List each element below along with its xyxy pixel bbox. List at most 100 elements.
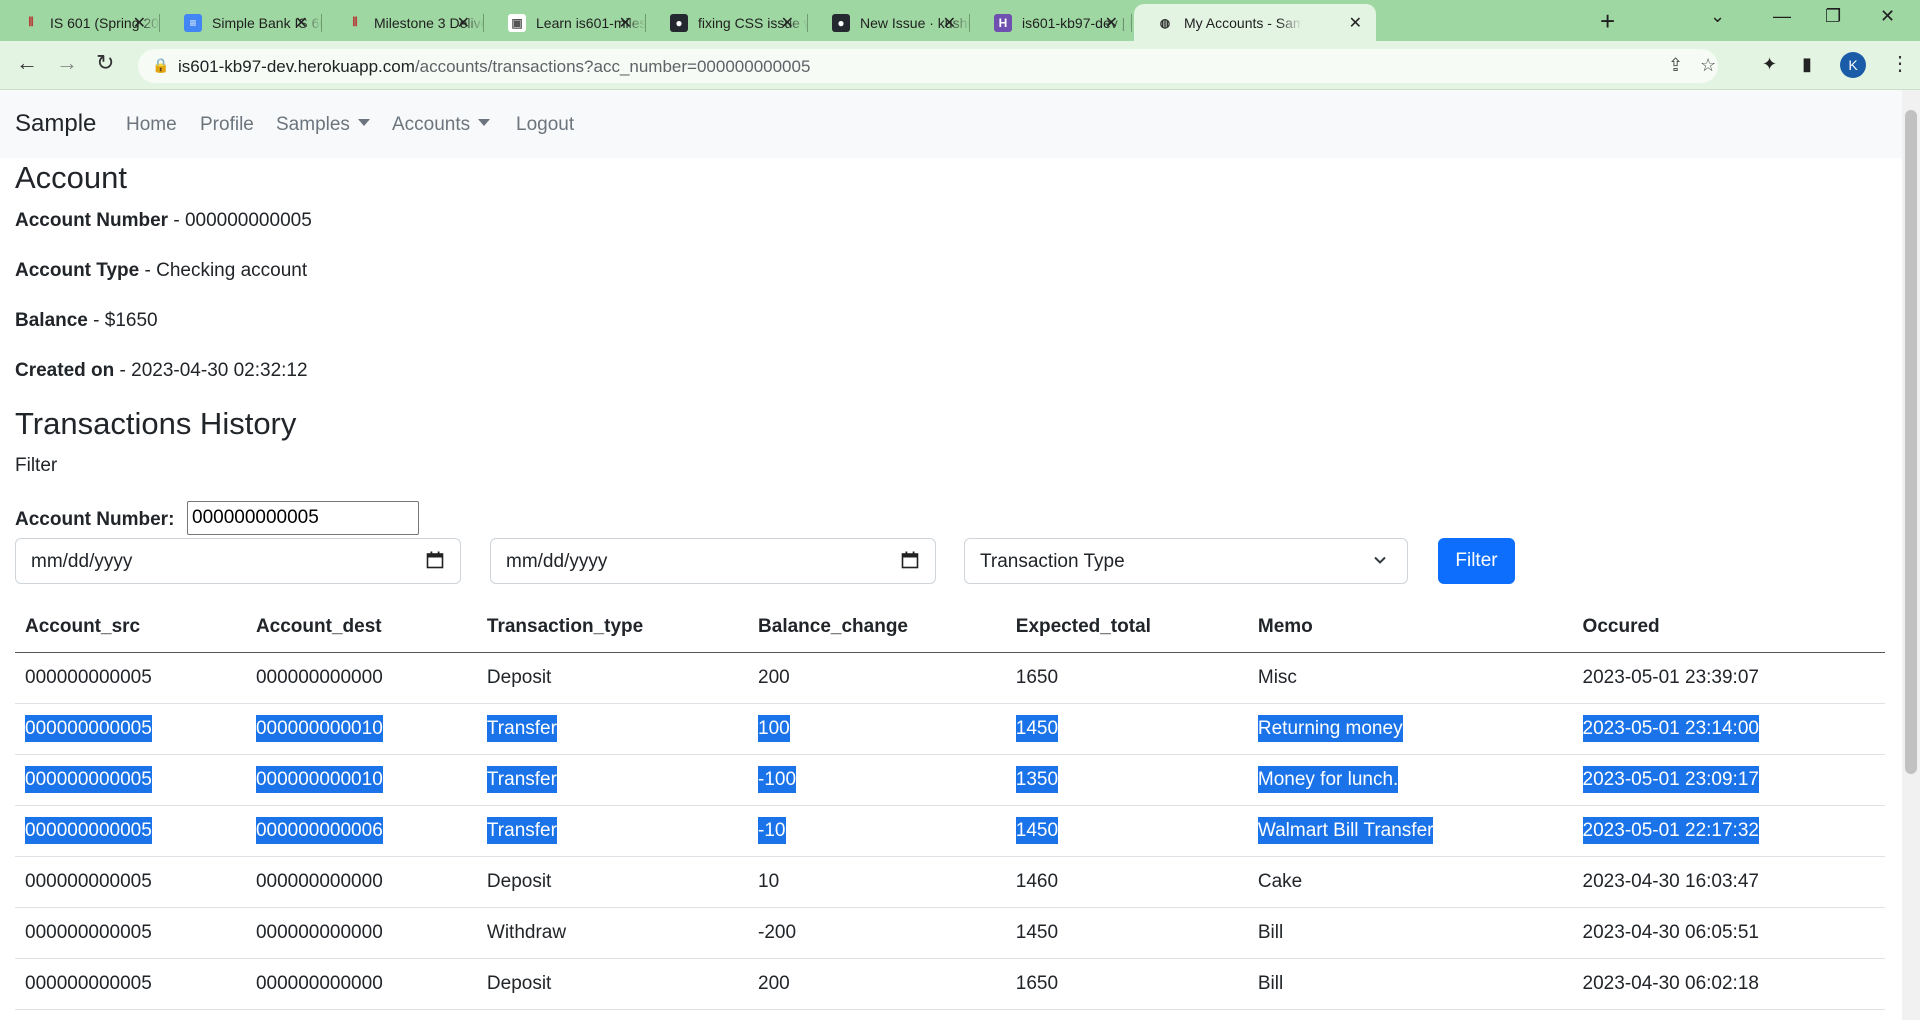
table-cell: 2023-04-30 06:02:18 (1572, 958, 1885, 1010)
table-cell: Transfer (476, 805, 749, 857)
close-tab-icon[interactable]: ✕ (1105, 13, 1118, 33)
table-cell: 2023-05-01 23:09:17 (1572, 754, 1885, 806)
nav-profile-link[interactable]: Profile (200, 114, 254, 136)
nav-accounts-dropdown[interactable]: Accounts (392, 114, 491, 136)
docs-icon: ≡ (184, 13, 202, 32)
bookmark-star-icon[interactable]: ☆ (1700, 55, 1716, 76)
back-arrow-icon[interactable]: ← (16, 50, 38, 76)
chevron-down-icon (478, 119, 491, 127)
table-cell: 000000000005 (15, 856, 246, 908)
side-panel-icon[interactable]: ▮ (1802, 54, 1812, 75)
transactions-heading: Transactions History (15, 406, 297, 441)
page-scrollbar[interactable] (1902, 90, 1920, 1020)
start-date-input[interactable]: mm/dd/yyyy (15, 538, 461, 584)
cell-text: Walmart Bill Transfer (1257, 817, 1434, 844)
close-tab-icon[interactable]: ✕ (133, 13, 146, 33)
cell-text: 2023-05-01 23:14:00 (1582, 715, 1759, 742)
table-cell: 10 (748, 856, 1006, 908)
cell-text: 000000000000 (255, 922, 383, 943)
table-cell: Walmart Bill Transfer (1247, 805, 1573, 857)
cell-text: Deposit (486, 871, 552, 892)
table-cell: Deposit (476, 856, 749, 908)
profile-avatar[interactable]: K (1840, 52, 1866, 78)
github-icon: ● (832, 13, 850, 32)
url-text[interactable]: is601-kb97-dev.herokuapp.com/accounts/tr… (178, 57, 810, 77)
transactions-table: Account_src Account_dest Transaction_type B… (15, 602, 1885, 1010)
table-cell: 000000000005 (15, 754, 246, 806)
table-cell: 1460 (1005, 856, 1248, 908)
table-cell: Transfer (476, 754, 749, 806)
calendar-icon[interactable] (901, 551, 919, 569)
cell-text: Transfer (486, 766, 557, 793)
forward-arrow-icon[interactable]: → (56, 50, 78, 76)
reload-icon[interactable]: ↻ (96, 50, 114, 76)
browser-tab[interactable]: ⦀IS 601 (Spring 2023)✕ (0, 4, 160, 41)
close-tab-icon[interactable]: ✕ (295, 13, 308, 33)
close-tab-icon[interactable]: ✕ (781, 13, 794, 33)
calendar-icon[interactable] (426, 551, 444, 569)
filter-button[interactable]: Filter (1438, 538, 1515, 584)
close-tab-icon[interactable]: ✕ (457, 13, 470, 33)
table-cell: 000000000010 (245, 754, 477, 806)
cell-text: 1650 (1015, 667, 1059, 688)
table-row: 000000000005 000000000000 Deposit 10 1460 Cak… (15, 856, 1885, 908)
table-cell: 100 (748, 703, 1006, 755)
table-cell: 200 (748, 958, 1006, 1010)
cell-text: Bill (1257, 922, 1284, 943)
cell-text: 000000000005 (25, 766, 152, 793)
transaction-type-select[interactable]: Transaction Type (964, 538, 1408, 584)
browser-tab[interactable]: ▣Learn is601-milestone✕ (486, 4, 646, 41)
browser-tab[interactable]: ⦀Milestone 3 Deliverable✕ (324, 4, 484, 41)
column-header: Balance_change (748, 602, 1006, 653)
browser-menu-icon[interactable]: ⋮ (1890, 51, 1910, 76)
cell-text: 000000000005 (25, 871, 152, 892)
browser-tab[interactable]: ●fixing CSS issue with✕ (648, 4, 808, 41)
cell-text: 1460 (1015, 871, 1059, 892)
extensions-puzzle-icon[interactable]: ✦ (1762, 54, 1777, 75)
table-cell: 000000000005 (15, 907, 246, 959)
lock-icon[interactable]: 🔒 (152, 57, 169, 74)
restore-window-icon[interactable]: ❐ (1825, 6, 1841, 27)
scrollbar-thumb[interactable] (1905, 110, 1917, 774)
table-cell: -200 (748, 907, 1006, 959)
cell-text: -200 (758, 922, 797, 943)
new-tab-plus-icon[interactable]: + (1600, 6, 1615, 37)
browser-tab[interactable]: ● New Issue · kush0 ✕ (810, 4, 970, 41)
cell-text: 10 (758, 871, 780, 892)
canvas-icon: ⦀ (28, 15, 34, 29)
table-cell: Misc (1247, 652, 1573, 704)
column-header: Transaction_type (476, 602, 749, 653)
close-tab-icon[interactable]: ✕ (1349, 13, 1362, 33)
close-tab-icon[interactable]: ✕ (943, 13, 956, 33)
close-window-icon[interactable]: ✕ (1880, 6, 1895, 27)
table-cell: 000000000000 (245, 907, 477, 959)
table-cell: -100 (748, 754, 1006, 806)
cell-text: 1650 (1015, 973, 1059, 994)
minimize-icon[interactable]: — (1773, 6, 1791, 27)
nav-samples-dropdown[interactable]: Samples (276, 114, 370, 136)
nav-home-link[interactable]: Home (126, 114, 177, 136)
tab-search-chevron-icon[interactable]: ⌄ (1710, 6, 1725, 27)
cell-text: 000000000005 (25, 973, 152, 994)
table-row: 000000000005 000000000010 Transfer 100 1450 R… (15, 703, 1885, 755)
account-heading: Account (15, 160, 128, 195)
table-cell: Deposit (476, 958, 749, 1010)
column-header: Occured (1572, 602, 1885, 653)
account-number-filter-input[interactable] (187, 501, 419, 535)
close-tab-icon[interactable]: ✕ (619, 13, 632, 33)
nav-logout-link[interactable]: Logout (516, 114, 574, 136)
end-date-input[interactable]: mm/dd/yyyy (490, 538, 936, 584)
cell-text: 000000000000 (255, 973, 383, 994)
navbar-brand[interactable]: Sample (15, 110, 96, 138)
cell-text: 2023-04-30 06:05:51 (1582, 922, 1759, 943)
browser-tab[interactable]: ≡Simple Bank IS 601✕ (162, 4, 322, 41)
cell-text: Transfer (486, 715, 557, 742)
browser-tab[interactable]: ◍ My Accounts - Sample ✕ (1134, 4, 1376, 41)
cell-text: 1350 (1015, 766, 1059, 793)
table-cell: 000000000005 (15, 703, 246, 755)
browser-tab[interactable]: His601-kb97-dev | Heroku✕ (972, 4, 1132, 41)
address-bar[interactable]: 🔒 is601-kb97-dev.herokuapp.com/accounts/… (138, 49, 1718, 83)
cell-text: Deposit (486, 973, 552, 994)
share-icon[interactable]: ⇪ (1668, 55, 1683, 76)
browser-toolbar: ← → ↻ 🔒 is601-kb97-dev.herokuapp.com/acc… (0, 41, 1920, 90)
